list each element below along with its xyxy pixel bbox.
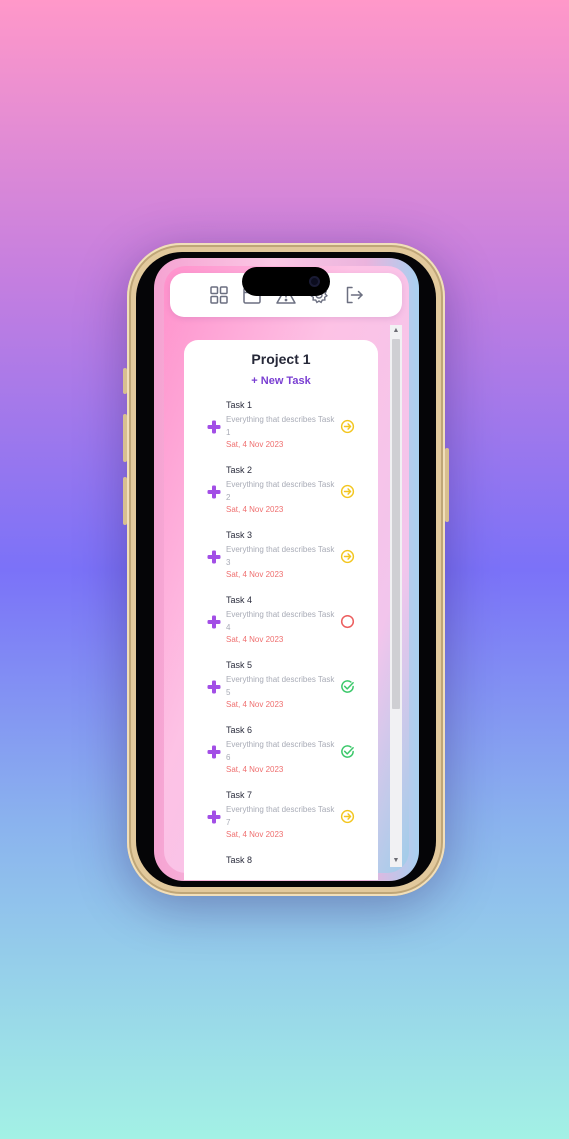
new-task-button[interactable]: + New Task <box>184 375 378 387</box>
in-progress-icon[interactable] <box>340 549 355 564</box>
expand-plus-icon[interactable] <box>207 485 221 499</box>
scrollbar[interactable]: ▲ ▼ <box>390 325 402 867</box>
task-description: Everything that describes Task 6 <box>226 740 335 762</box>
task-description: Everything that describes Task 1 <box>226 415 335 437</box>
camera-icon <box>309 276 320 287</box>
task-item[interactable]: Task 2 Everything that describes Task 2 Sa… <box>184 465 378 525</box>
logout-icon[interactable] <box>343 284 365 306</box>
task-item[interactable]: Task 5 Everything that describes Task 5 Sa… <box>184 660 378 720</box>
expand-plus-icon[interactable] <box>207 680 221 694</box>
task-description: Everything that describes Task 2 <box>226 480 335 502</box>
scroll-down-icon[interactable]: ▼ <box>390 855 402 867</box>
task-item[interactable]: Task 4 Everything that describes Task 4 Sa… <box>184 595 378 655</box>
in-progress-icon[interactable] <box>340 484 355 499</box>
task-date: Sat, 4 Nov 2023 <box>226 570 284 579</box>
task-name: Task 2 <box>226 465 253 475</box>
grid-icon[interactable] <box>208 284 230 306</box>
phone-volume-up-button <box>123 414 127 462</box>
expand-plus-icon[interactable] <box>207 745 221 759</box>
task-name: Task 1 <box>226 400 253 410</box>
task-description: Everything that describes Task 5 <box>226 675 335 697</box>
task-item[interactable]: Task 1 Everything that describes Task 1 Sa… <box>184 400 378 460</box>
task-item[interactable]: Task 3 Everything that describes Task 3 Sa… <box>184 530 378 590</box>
in-progress-icon[interactable] <box>340 419 355 434</box>
phone-volume-down-button <box>123 477 127 525</box>
task-date: Sat, 4 Nov 2023 <box>226 440 284 449</box>
task-name: Task 4 <box>226 595 253 605</box>
project-title: Project 1 <box>251 351 311 367</box>
task-date: Sat, 4 Nov 2023 <box>226 700 284 709</box>
task-date: Sat, 4 Nov 2023 <box>226 765 284 774</box>
done-check-icon[interactable] <box>340 679 355 694</box>
phone-power-button <box>445 448 449 522</box>
task-item[interactable]: Task 6 Everything that describes Task 6 Sa… <box>184 725 378 785</box>
task-description: Everything that describes Task 4 <box>226 610 335 632</box>
task-description: Everything that describes Task 3 <box>226 545 335 567</box>
task-name: Task 8 <box>226 855 253 865</box>
task-date: Sat, 4 Nov 2023 <box>226 830 284 839</box>
expand-plus-icon[interactable] <box>207 550 221 564</box>
task-name: Task 7 <box>226 790 253 800</box>
not-started-icon[interactable] <box>340 614 355 629</box>
expand-plus-icon[interactable] <box>207 810 221 824</box>
done-check-icon[interactable] <box>340 744 355 759</box>
task-date: Sat, 4 Nov 2023 <box>226 505 284 514</box>
phone-action-button <box>123 368 127 394</box>
expand-plus-icon[interactable] <box>207 615 221 629</box>
task-item[interactable]: Task 7 Everything that describes Task 7 Sa… <box>184 790 378 850</box>
task-description: Everything that describes Task 7 <box>226 805 335 827</box>
dynamic-island <box>242 267 330 296</box>
task-name: Task 3 <box>226 530 253 540</box>
task-item[interactable]: Task 8 <box>184 855 378 880</box>
task-name: Task 5 <box>226 660 253 670</box>
in-progress-icon[interactable] <box>340 809 355 824</box>
task-date: Sat, 4 Nov 2023 <box>226 635 284 644</box>
project-card: Project 1 + New Task Task 1 Everything th… <box>184 340 378 880</box>
scroll-thumb[interactable] <box>392 339 400 709</box>
task-name: Task 6 <box>226 725 253 735</box>
expand-plus-icon[interactable] <box>207 420 221 434</box>
scroll-up-icon[interactable]: ▲ <box>390 325 402 337</box>
